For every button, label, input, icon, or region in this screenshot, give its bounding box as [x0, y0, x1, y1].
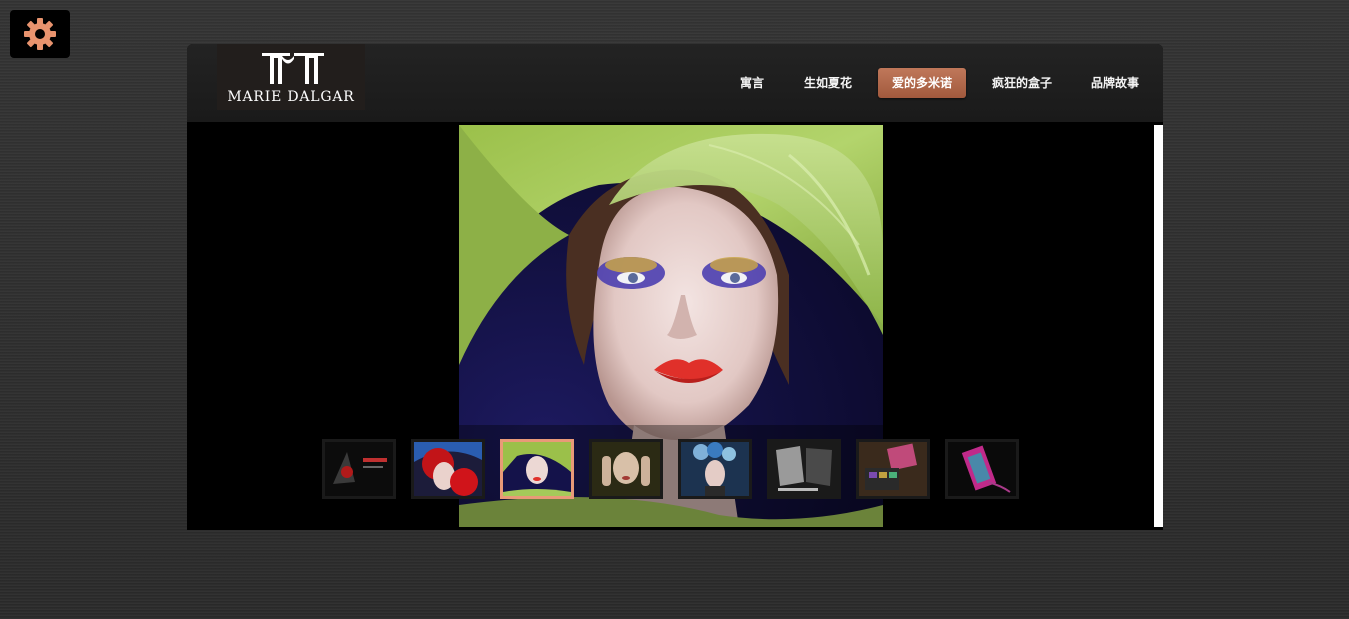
main-nav: 寓言 生如夏花 爱的多米诺 疯狂的盒子 品牌故事: [187, 68, 1163, 98]
gallery-thumbnail[interactable]: [678, 439, 752, 499]
header: MARIE DALGAR 寓言 生如夏花 爱的多米诺 疯狂的盒子 品牌故事: [187, 44, 1163, 122]
gallery-thumbnail[interactable]: [856, 439, 930, 499]
nav-item-fable[interactable]: 寓言: [730, 68, 774, 98]
gallery-thumbnail[interactable]: [945, 439, 1019, 499]
eyeshadow-palette-thumb: [859, 442, 927, 496]
colorful-case-thumb: [948, 442, 1016, 496]
palette-box-thumb: [770, 442, 838, 496]
nav-item-summer-flowers[interactable]: 生如夏花: [794, 68, 862, 98]
makeup-product-dark-thumb: [325, 442, 393, 496]
flower-crown-model-thumb: [681, 442, 749, 496]
settings-button[interactable]: [10, 10, 70, 58]
nav-item-brand-story[interactable]: 品牌故事: [1081, 68, 1149, 98]
green-hat-model-thumb: [503, 442, 571, 496]
gallery-thumbnail[interactable]: [322, 439, 396, 499]
gear-icon: [24, 18, 56, 50]
hands-face-model-thumb: [592, 442, 660, 496]
nav-item-crazy-box[interactable]: 疯狂的盒子: [982, 68, 1062, 98]
red-headdress-model-thumb: [414, 442, 482, 496]
site-frame: MARIE DALGAR 寓言 生如夏花 爱的多米诺 疯狂的盒子 品牌故事: [187, 44, 1163, 530]
gallery-thumbnail[interactable]: [767, 439, 841, 499]
nav-item-love-domino[interactable]: 爱的多米诺: [878, 68, 966, 98]
gallery-thumbnail[interactable]: [589, 439, 663, 499]
gallery-thumbnail-active[interactable]: [500, 439, 574, 499]
gallery-thumbnail[interactable]: [411, 439, 485, 499]
scrollbar[interactable]: [1154, 125, 1163, 527]
gallery-stage: [187, 125, 1154, 530]
